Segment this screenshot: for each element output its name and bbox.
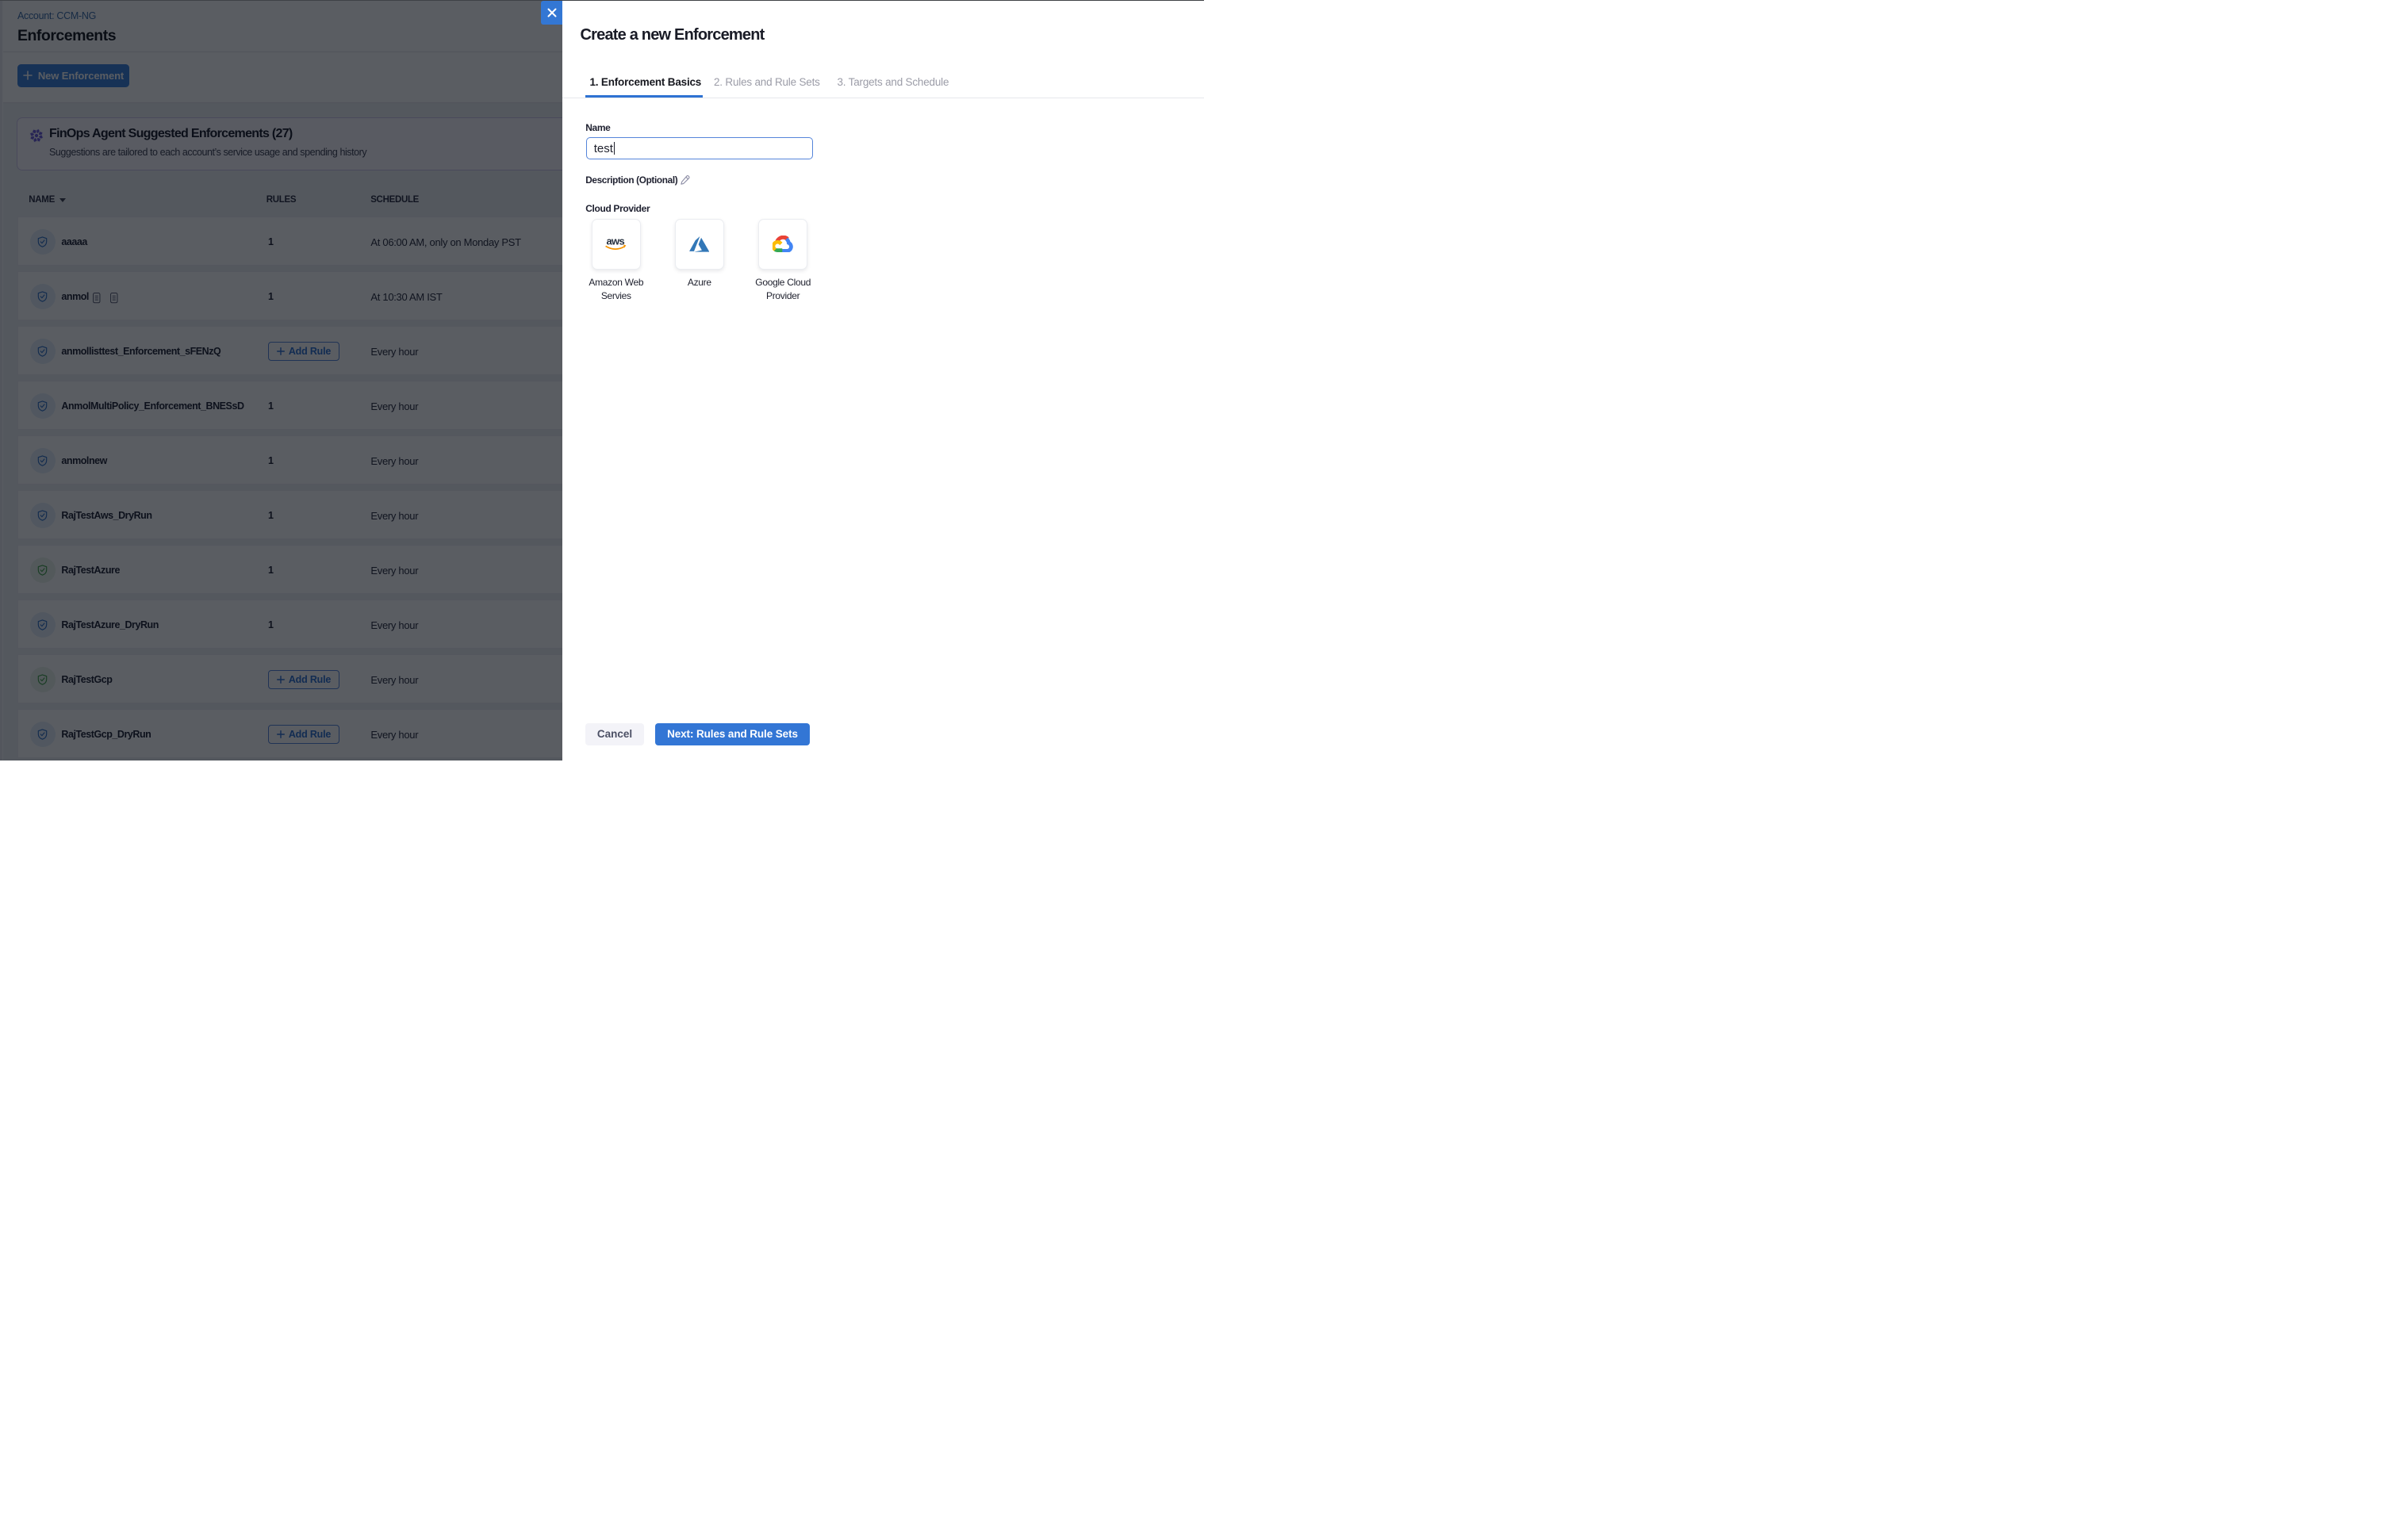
svg-text:aws: aws [606,236,624,247]
